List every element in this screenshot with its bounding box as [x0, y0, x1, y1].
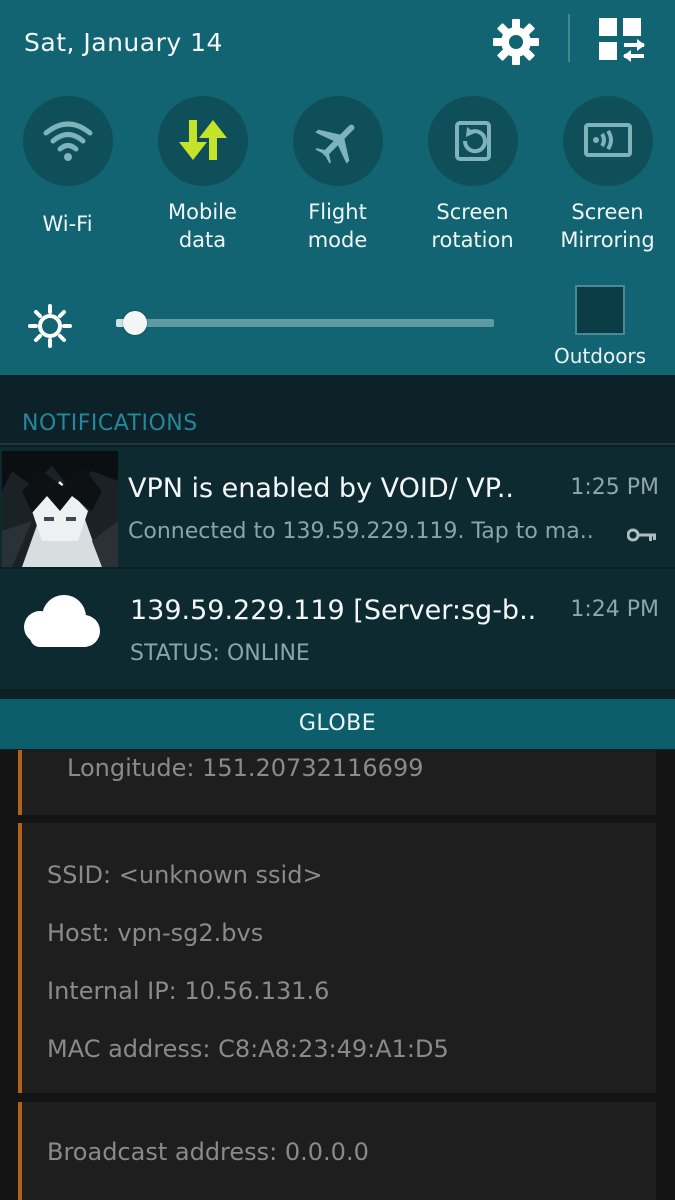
background-app: Longitude: 151.20732116699 SSID: <unknow…	[0, 750, 675, 1200]
edit-quick-settings-icon[interactable]	[597, 16, 647, 64]
mobile-data-label: Mobile data	[168, 200, 237, 252]
screen-rotation-toggle-circle[interactable]	[427, 96, 518, 186]
vpn-app-avatar	[2, 451, 118, 567]
internal-ip-text: Internal IP: 10.56.131.6	[47, 977, 330, 1005]
flight-mode-toggle-circle[interactable]	[292, 96, 383, 186]
screen-rotation-label: Screen rotation	[431, 200, 514, 252]
carrier-label: GLOBE	[298, 711, 377, 736]
screen-mirroring-label: Screen Mirroring	[560, 200, 655, 252]
mobile-data-toggle-circle[interactable]	[157, 96, 248, 186]
notification-title: VPN is enabled by VOID/ VP..	[128, 473, 515, 504]
location-card: Longitude: 151.20732116699	[18, 750, 656, 815]
mac-address-text: MAC address: C8:A8:23:49:A1:D5	[47, 1035, 449, 1063]
mobile-data-icon	[178, 120, 227, 160]
brightness-slider-thumb[interactable]	[122, 311, 147, 335]
carrier-bar: GLOBE	[0, 699, 675, 749]
broadcast-address-text: Broadcast address: 0.0.0.0	[47, 1138, 369, 1166]
wifi-toggle-circle[interactable]	[22, 96, 113, 186]
wifi-icon	[43, 121, 92, 161]
brightness-row: Outdoors	[0, 280, 675, 375]
outdoors-label: Outdoors	[554, 344, 647, 368]
airplane-icon	[314, 124, 354, 164]
outdoors-checkbox[interactable]	[575, 285, 625, 335]
wifi-toggle[interactable]: Wi-Fi	[0, 96, 135, 238]
notifications-divider	[0, 443, 675, 445]
ssid-text: SSID: <unknown ssid>	[47, 861, 323, 889]
notification-time: 1:24 PM	[570, 597, 659, 622]
vpn-notification[interactable]: VPN is enabled by VOID/ VP.. Connected t…	[0, 447, 675, 567]
screen-mirroring-toggle-circle[interactable]	[562, 96, 653, 186]
flight-mode-toggle[interactable]: Flight mode	[270, 96, 405, 254]
broadcast-card: Broadcast address: 0.0.0.0	[18, 1102, 656, 1200]
screen-mirroring-toggle[interactable]: Screen Mirroring	[540, 96, 675, 254]
network-card: SSID: <unknown ssid> Host: vpn-sg2.bvs I…	[18, 823, 656, 1093]
status-date: Sat, January 14	[24, 28, 223, 57]
notification-title: 139.59.229.119 [Server:sg-b..	[130, 595, 537, 626]
longitude-text: Longitude: 151.20732116699	[67, 754, 424, 782]
quick-toggles: Wi-Fi Mobile data Flight mode Screen rot…	[0, 96, 675, 266]
wifi-label: Wi-Fi	[42, 212, 93, 236]
screen-rotation-icon	[454, 121, 491, 161]
mobile-data-toggle[interactable]: Mobile data	[135, 96, 270, 254]
flight-mode-label: Flight mode	[307, 200, 368, 252]
notification-text: STATUS: ONLINE	[130, 641, 310, 666]
brightness-slider-track[interactable]	[116, 319, 494, 327]
quick-settings-panel: Sat, January 14 Wi-Fi Mobile data Flight…	[0, 0, 675, 375]
notification-time: 1:25 PM	[570, 475, 659, 500]
cloud-icon	[24, 595, 100, 647]
settings-gear-icon[interactable]	[490, 16, 542, 68]
vpn-key-icon	[627, 528, 656, 542]
screen-rotation-toggle[interactable]: Screen rotation	[405, 96, 540, 254]
notification-text: Connected to 139.59.229.119. Tap to ma..	[128, 519, 594, 544]
host-text: Host: vpn-sg2.bvs	[47, 919, 264, 947]
brightness-sun-icon	[28, 304, 72, 348]
header-divider	[568, 14, 570, 62]
screen-mirroring-icon	[583, 123, 632, 157]
notifications-header: NOTIFICATIONS	[0, 375, 675, 445]
notifications-title: NOTIFICATIONS	[22, 411, 198, 436]
notification-area: NOTIFICATIONS VPN is enabled by VOID/ VP…	[0, 375, 675, 750]
server-status-notification[interactable]: 139.59.229.119 [Server:sg-b.. STATUS: ON…	[0, 569, 675, 689]
